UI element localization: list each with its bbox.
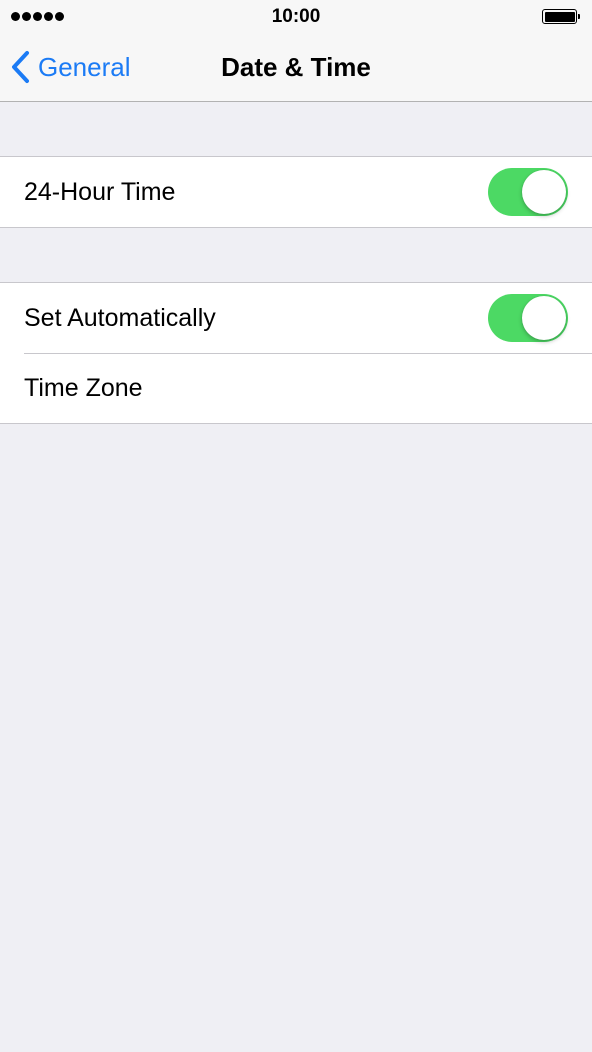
toggle-knob <box>522 170 566 214</box>
battery-icon <box>542 9 580 24</box>
24-hour-time-toggle[interactable] <box>488 168 568 216</box>
navigation-bar: General Date & Time <box>0 34 592 102</box>
status-time: 10:00 <box>271 6 321 27</box>
row-time-zone[interactable]: Time Zone <box>0 353 592 423</box>
row-set-automatically: Set Automatically <box>0 283 592 353</box>
row-label: 24-Hour Time <box>24 177 176 206</box>
row-label: Set Automatically <box>24 303 216 332</box>
settings-group-clock-format: 24-Hour Time <box>0 156 592 228</box>
set-automatically-toggle[interactable] <box>488 294 568 342</box>
page-title: Date & Time <box>221 52 371 82</box>
settings-group-time-settings: Set Automatically Time Zone <box>0 282 592 424</box>
status-bar: 10:00 <box>0 0 592 34</box>
toggle-knob <box>522 296 566 340</box>
row-24-hour-time: 24-Hour Time <box>0 157 592 227</box>
row-label: Time Zone <box>24 373 143 402</box>
